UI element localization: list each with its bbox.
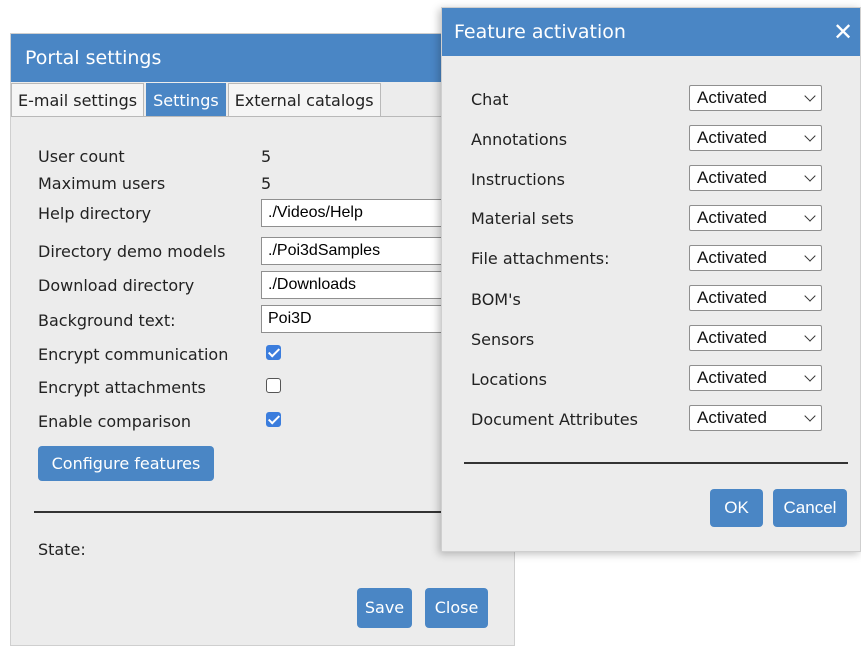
feature-select-material-sets[interactable]: Activated (689, 205, 822, 231)
configure-features-button[interactable]: Configure features (38, 446, 214, 481)
help-directory-label: Help directory (38, 204, 152, 223)
tab-bar: E-mail settings Settings External catalo… (11, 83, 383, 117)
encrypt-communication-label: Encrypt communication (38, 345, 229, 364)
feature-label-sensors: Sensors (471, 330, 535, 349)
close-button[interactable]: Close (425, 588, 488, 628)
demo-directory-label: Directory demo models (38, 242, 226, 261)
feature-label-material-sets: Material sets (471, 209, 574, 228)
feature-select-annotations[interactable]: Activated (689, 125, 822, 151)
background-text-label: Background text: (38, 311, 176, 330)
tab-bar-divider (11, 116, 514, 117)
portal-settings-dialog: Portal settings E-mail settings Settings… (10, 33, 521, 646)
feature-activation-title: Feature activation (442, 8, 860, 56)
save-button[interactable]: Save (357, 588, 412, 628)
max-users-value: 5 (261, 174, 272, 193)
tab-email-settings[interactable]: E-mail settings (11, 83, 145, 117)
feature-label-file-attachments: File attachments: (471, 249, 610, 268)
state-label: State: (38, 540, 86, 559)
encrypt-attachments-label: Encrypt attachments (38, 378, 206, 397)
download-directory-label: Download directory (38, 276, 195, 295)
feature-select-sensors-value: Activated (697, 328, 767, 347)
feature-select-annotations-value: Activated (697, 128, 767, 147)
feature-select-instructions[interactable]: Activated (689, 165, 822, 191)
feature-select-boms[interactable]: Activated (689, 285, 822, 311)
feature-select-chat[interactable]: Activated (689, 85, 822, 111)
tab-external-catalogs[interactable]: External catalogs (227, 83, 381, 117)
max-users-label: Maximum users (38, 174, 166, 193)
chevron-down-icon (804, 210, 816, 222)
chevron-down-icon (804, 330, 816, 342)
ok-button[interactable]: OK (710, 489, 763, 527)
feature-activation-dialog: Feature activation ✕ Chat Activated Anno… (441, 7, 861, 552)
chevron-down-icon (804, 290, 816, 302)
chevron-down-icon (804, 250, 816, 262)
chevron-down-icon (804, 170, 816, 182)
feature-select-sensors[interactable]: Activated (689, 325, 822, 351)
user-count-label: User count (38, 147, 125, 166)
feature-label-boms: BOM's (471, 290, 521, 309)
chevron-down-icon (804, 130, 816, 142)
feature-select-locations[interactable]: Activated (689, 365, 822, 391)
feature-divider (464, 462, 848, 464)
feature-label-document-attributes: Document Attributes (471, 410, 638, 429)
user-count-value: 5 (261, 147, 272, 166)
enable-comparison-label: Enable comparison (38, 412, 192, 431)
feature-select-locations-value: Activated (697, 368, 767, 387)
cancel-button[interactable]: Cancel (773, 489, 847, 527)
feature-label-annotations: Annotations (471, 130, 568, 149)
feature-label-instructions: Instructions (471, 170, 565, 189)
chevron-down-icon (804, 90, 816, 102)
feature-select-document-attributes[interactable]: Activated (689, 405, 822, 431)
feature-select-file-attachments[interactable]: Activated (689, 245, 822, 271)
feature-select-instructions-value: Activated (697, 168, 767, 187)
feature-label-locations: Locations (471, 370, 548, 389)
feature-select-file-attachments-value: Activated (697, 248, 767, 267)
tab-settings[interactable]: Settings (146, 83, 226, 117)
chevron-down-icon (804, 410, 816, 422)
portal-settings-title: Portal settings (11, 34, 514, 82)
encrypt-attachments-checkbox[interactable] (266, 378, 281, 393)
enable-comparison-checkbox[interactable] (266, 412, 281, 427)
feature-label-chat: Chat (471, 90, 509, 109)
feature-select-material-sets-value: Activated (697, 208, 767, 227)
feature-select-chat-value: Activated (697, 88, 767, 107)
feature-select-document-attributes-value: Activated (697, 408, 767, 427)
chevron-down-icon (804, 370, 816, 382)
close-icon[interactable]: ✕ (828, 8, 858, 56)
feature-select-boms-value: Activated (697, 288, 767, 307)
encrypt-communication-checkbox[interactable] (266, 345, 281, 360)
portal-divider (34, 511, 454, 513)
